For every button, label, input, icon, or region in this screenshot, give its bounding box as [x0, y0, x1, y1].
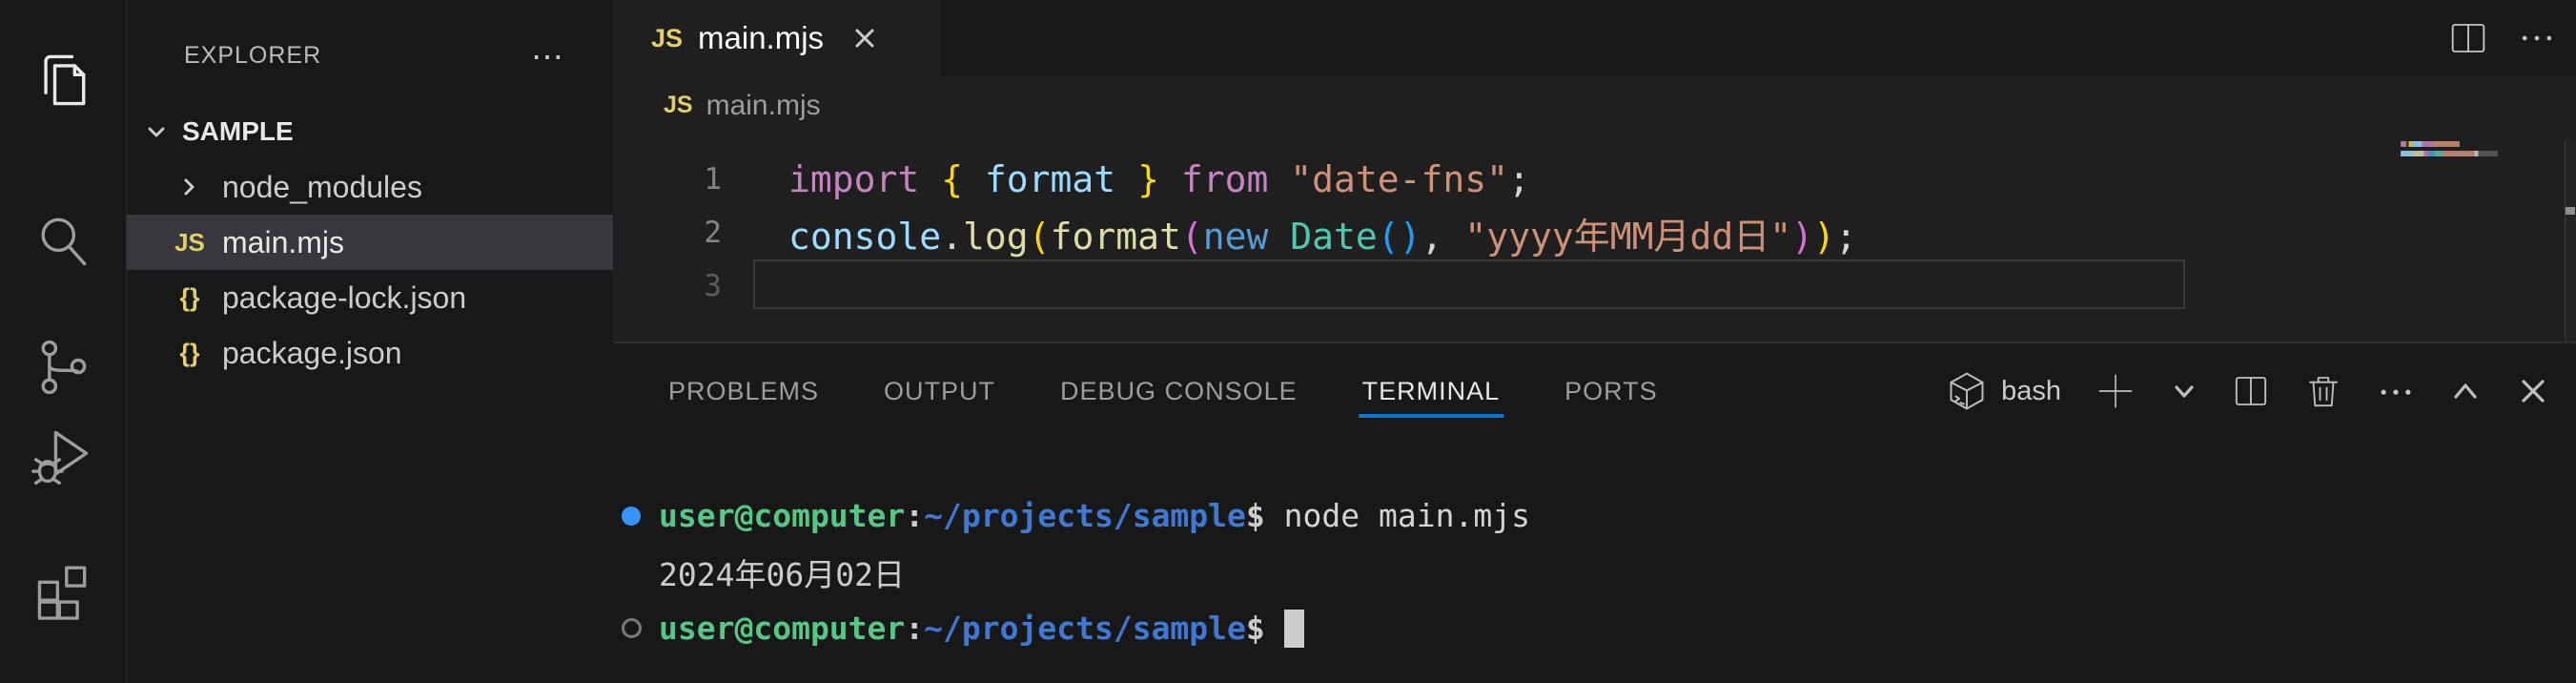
explorer-sidebar: EXPLORER ⋯ SAMPLE node_modules JS main.m… [127, 0, 613, 683]
panel-more-actions-icon[interactable] [2376, 371, 2416, 411]
sidebar-section-sample[interactable]: SAMPLE [127, 104, 613, 159]
command-success-decoration[interactable] [621, 507, 642, 526]
shell-selector[interactable]: bash [1946, 370, 2061, 412]
terminal-text: 2024年06月02日 [659, 549, 905, 595]
sidebar-title: EXPLORER [127, 42, 321, 70]
json-file-icon: {} [171, 283, 209, 313]
sidebar-item-package-json[interactable]: {} package.json [127, 325, 613, 381]
vscode-window: EXPLORER ⋯ SAMPLE node_modules JS main.m… [0, 0, 2576, 683]
terminal-controls: bash [1946, 369, 2576, 413]
tab-ports[interactable]: PORTS [1532, 343, 1690, 439]
terminal-cursor [1284, 610, 1304, 648]
explorer-icon[interactable] [20, 37, 106, 123]
file-label: main.mjs [222, 225, 344, 260]
activity-bar [0, 0, 127, 683]
run-debug-icon[interactable] [20, 413, 106, 499]
code-editor[interactable]: 1 import { format } from "date-fns"; 2 cons… [613, 134, 2576, 342]
line-number: 3 [613, 269, 722, 303]
terminal-lines: user@computer:~/projects/sample$ node ma… [613, 487, 2576, 656]
line-number: 1 [613, 162, 722, 197]
new-terminal-icon[interactable] [2094, 369, 2137, 413]
section-label: SAMPLE [182, 116, 294, 147]
tab-problems[interactable]: PROBLEMS [636, 343, 851, 439]
bottom-panel: PROBLEMS OUTPUT DEBUG CONSOLE TERMINAL P… [613, 342, 2576, 683]
code-line: 1 import { format } from "date-fns"; [613, 153, 2576, 206]
code-line: 2 console.log(format(new Date(), "yyyy年MM… [613, 206, 2576, 259]
shell-label: bash [2001, 376, 2061, 407]
close-tab-icon[interactable] [850, 24, 879, 52]
js-file-icon: JS [664, 92, 693, 119]
terminal-text: user@computer:~/projects/sample$ node ma… [659, 497, 1530, 534]
sidebar-item-node-modules[interactable]: node_modules [127, 159, 613, 215]
sidebar-item-package-lock-json[interactable]: {} package-lock.json [127, 270, 613, 325]
tab-main-mjs[interactable]: JS main.mjs [613, 0, 941, 76]
files-icon [31, 48, 95, 113]
launch-profile-chevron-icon[interactable] [2170, 377, 2198, 405]
code-text: console.log(format(new Date(), "yyyy年MM月… [788, 207, 1857, 259]
split-terminal-icon[interactable] [2231, 371, 2271, 411]
close-panel-icon[interactable] [2515, 373, 2551, 409]
sidebar-item-main-mjs[interactable]: JS main.mjs [127, 215, 613, 270]
terminal-area[interactable]: user@computer:~/projects/sample$ node ma… [613, 439, 2576, 683]
maximize-panel-chevron-icon[interactable] [2448, 374, 2483, 408]
tab-bar: JS main.mjs [613, 0, 2576, 77]
extensions-icon[interactable] [20, 545, 106, 631]
more-actions-icon[interactable] [2517, 18, 2557, 58]
file-label: package-lock.json [222, 280, 466, 316]
bash-terminal-icon [1946, 370, 1988, 412]
tab-label: main.mjs [698, 20, 824, 56]
terminal-line: 2024年06月02日 [613, 544, 2576, 600]
tab-debug-console[interactable]: DEBUG CONSOLE [1028, 343, 1330, 439]
file-label: node_modules [222, 170, 422, 205]
terminal-line: user@computer:~/projects/sample$ [613, 600, 2576, 656]
tab-terminal[interactable]: TERMINAL [1330, 343, 1533, 439]
minimap[interactable] [2401, 141, 2498, 156]
minimap-line [2401, 141, 2460, 147]
breadcrumb: JS main.mjs [613, 77, 2576, 134]
chevron-right-icon [171, 175, 209, 199]
scrollbar[interactable] [2565, 141, 2576, 342]
minimap-line [2401, 151, 2498, 156]
file-label: package.json [222, 336, 402, 371]
chevron-down-icon [144, 119, 169, 144]
tab-output[interactable]: OUTPUT [851, 343, 1028, 439]
panel-tabs: PROBLEMS OUTPUT DEBUG CONSOLE TERMINAL P… [636, 343, 1690, 439]
js-file-icon: JS [171, 228, 209, 258]
source-control-icon[interactable] [20, 324, 106, 410]
line-number: 2 [613, 216, 722, 250]
panel-header: PROBLEMS OUTPUT DEBUG CONSOLE TERMINAL P… [613, 343, 2576, 439]
terminal-text: user@computer:~/projects/sample$ [659, 610, 1284, 647]
editor-group: JS main.mjs JS main.mjs 1 import { format… [613, 0, 2576, 683]
code-text: import { format } from "date-fns"; [788, 158, 1530, 200]
breadcrumb-item[interactable]: main.mjs [706, 90, 821, 122]
terminal-line: user@computer:~/projects/sample$ node ma… [613, 487, 2576, 544]
kill-terminal-trash-icon[interactable] [2303, 371, 2343, 411]
json-file-icon: {} [171, 339, 209, 368]
command-pending-decoration[interactable] [621, 618, 642, 638]
sidebar-header: EXPLORER ⋯ [127, 25, 613, 86]
current-line-highlight [753, 259, 2185, 309]
search-icon[interactable] [20, 197, 106, 283]
js-file-icon: JS [651, 24, 683, 53]
editor-actions [2448, 0, 2576, 76]
overview-ruler-cursor-mark [2566, 207, 2575, 215]
sidebar-more-actions-icon[interactable]: ⋯ [531, 38, 565, 76]
split-editor-icon[interactable] [2448, 18, 2488, 58]
